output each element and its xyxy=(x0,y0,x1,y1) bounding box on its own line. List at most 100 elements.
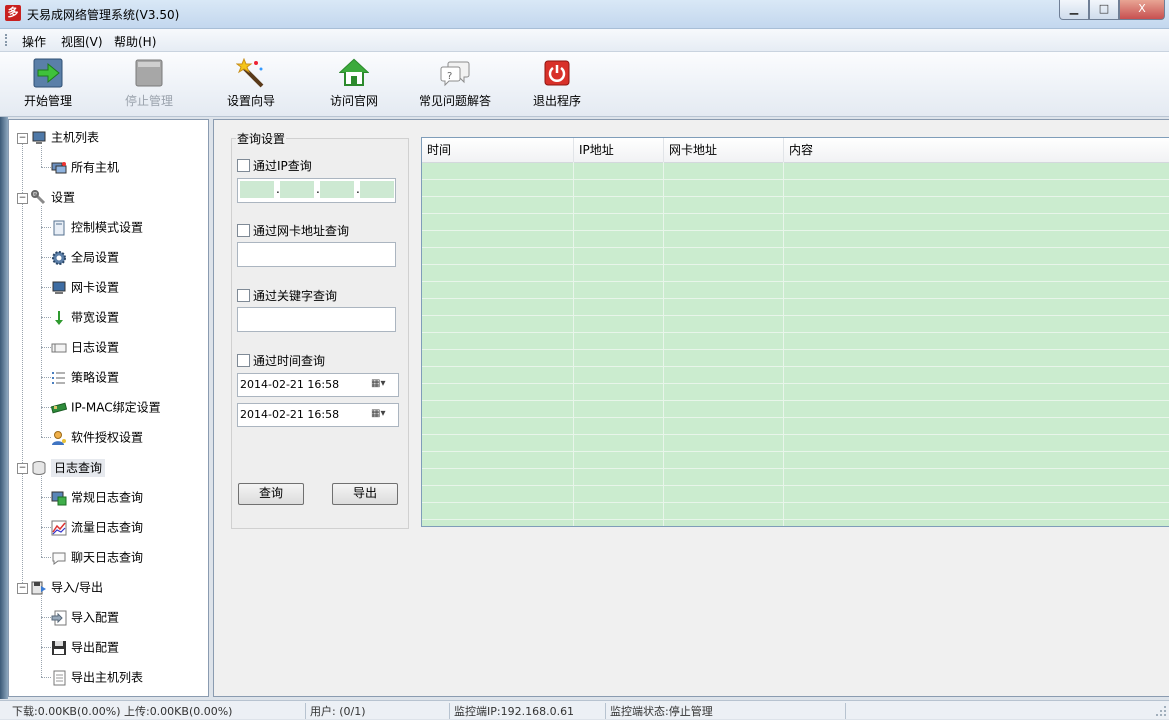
tree-label: 控制模式设置 xyxy=(71,220,144,235)
column-header-ip[interactable]: IP地址 xyxy=(574,138,664,162)
tree-node-host-list[interactable]: 主机列表 xyxy=(31,126,99,148)
tree-node-log-settings[interactable]: 日志设置 xyxy=(51,336,119,358)
tree-node-bandwidth-settings[interactable]: 带宽设置 xyxy=(51,306,119,328)
close-button[interactable]: X xyxy=(1119,0,1165,20)
tree-connector-line xyxy=(41,527,51,528)
column-header-time[interactable]: 时间 xyxy=(422,138,574,162)
visit-website-button[interactable]: 访问官网 xyxy=(309,58,399,109)
tree-connector-line xyxy=(22,143,23,593)
column-header-mac[interactable]: 网卡地址 xyxy=(664,138,784,162)
tree-expander[interactable]: − xyxy=(17,193,28,204)
export-button[interactable]: 导出 xyxy=(332,483,398,505)
tree-connector-line xyxy=(41,497,51,498)
tree-node-general-log-query[interactable]: 常规日志查询 xyxy=(51,486,143,508)
tree-node-import-export[interactable]: 导入/导出 xyxy=(31,576,103,598)
grid-row-line xyxy=(422,213,1169,214)
ip-octet-2[interactable] xyxy=(280,181,314,198)
tree-expander[interactable]: − xyxy=(17,583,28,594)
tree-node-export-config[interactable]: 导出配置 xyxy=(51,636,119,658)
stop-square-icon xyxy=(134,58,164,88)
navigation-tree[interactable]: − 主机列表 所有主机 − 设置 控制模式设置 全局设置 网卡设置 带宽设置 日… xyxy=(8,119,209,697)
checkbox-box[interactable] xyxy=(237,159,250,172)
grid-row-line xyxy=(422,468,1169,469)
mac-address-input[interactable] xyxy=(237,242,396,267)
tree-label: 导入配置 xyxy=(71,610,120,625)
calendar-dropdown-icon[interactable]: ▦▾ xyxy=(371,408,395,422)
ip-octet-3[interactable] xyxy=(320,181,354,198)
status-users: 用户: (0/1) xyxy=(306,703,450,719)
start-time-picker[interactable]: 2014-02-21 16:58 ▦▾ xyxy=(237,373,399,397)
panel-icon xyxy=(51,220,67,236)
toolbar: 开始管理 停止管理 设置向导 访问官网 ? 常见问题解答 退出程序 xyxy=(0,52,1169,117)
query-by-mac-label: 通过网卡地址查询 xyxy=(253,224,350,238)
minimize-button[interactable]: ▁ xyxy=(1059,0,1089,20)
main-content-panel: 查询设置 通过IP查询 . . . 通过网卡地址查询 通过关键字查询 通过时间查… xyxy=(213,119,1169,697)
tree-node-control-mode[interactable]: 控制模式设置 xyxy=(51,216,143,238)
setup-wizard-button[interactable]: 设置向导 xyxy=(206,57,296,109)
column-header-content[interactable]: 内容 xyxy=(784,138,1169,162)
tree-node-import-config[interactable]: 导入配置 xyxy=(51,606,119,628)
computer-icon xyxy=(31,130,47,146)
log-screen-icon xyxy=(51,490,67,506)
grid-row-line xyxy=(422,196,1169,197)
ip-address-input[interactable]: . . . xyxy=(237,178,396,203)
menu-operate[interactable]: 操作 xyxy=(22,33,46,50)
tree-label: 全局设置 xyxy=(71,250,120,265)
tree-node-license-settings[interactable]: 软件授权设置 xyxy=(51,426,143,448)
grid-header: 时间 IP地址 网卡地址 内容 xyxy=(422,138,1169,163)
tree-node-traffic-log-query[interactable]: 流量日志查询 xyxy=(51,516,143,538)
exit-program-button[interactable]: 退出程序 xyxy=(512,58,602,109)
home-icon xyxy=(338,58,370,88)
grid-row-line xyxy=(422,179,1169,180)
tree-node-chat-log-query[interactable]: 聊天日志查询 xyxy=(51,546,143,568)
menu-view[interactable]: 视图(V) xyxy=(61,33,103,50)
tree-node-log-query[interactable]: 日志查询 xyxy=(31,456,106,478)
stop-management-button[interactable]: 停止管理 xyxy=(104,58,194,109)
start-time-value: 2014-02-21 16:58 xyxy=(240,378,340,391)
log-results-grid[interactable]: 时间 IP地址 网卡地址 内容 xyxy=(421,137,1169,527)
query-by-ip-checkbox[interactable]: 通过IP查询 xyxy=(237,157,312,174)
hosts-icon xyxy=(51,160,67,176)
query-button[interactable]: 查询 xyxy=(238,483,304,505)
grid-row-line xyxy=(422,298,1169,299)
tree-node-nic-settings[interactable]: 网卡设置 xyxy=(51,276,119,298)
desktop-background-strip xyxy=(0,117,8,699)
tree-connector-line xyxy=(41,647,51,648)
end-time-picker[interactable]: 2014-02-21 16:58 ▦▾ xyxy=(237,403,399,427)
title-bar[interactable]: 多 天易成网络管理系统(V3.50) ▁ □ X xyxy=(0,0,1169,29)
query-by-time-checkbox[interactable]: 通过时间查询 xyxy=(237,352,325,369)
tree-node-settings[interactable]: 设置 xyxy=(31,186,75,208)
checkbox-box[interactable] xyxy=(237,224,250,237)
menu-help[interactable]: 帮助(H) xyxy=(114,33,156,50)
tree-expander[interactable]: − xyxy=(17,133,28,144)
window-controls: ▁ □ X xyxy=(1059,0,1165,20)
exit-program-label: 退出程序 xyxy=(532,94,581,108)
tree-node-global-settings[interactable]: 全局设置 xyxy=(51,246,119,268)
checkbox-box[interactable] xyxy=(237,354,250,367)
import-export-icon xyxy=(31,580,47,596)
start-management-button[interactable]: 开始管理 xyxy=(3,58,93,109)
tree-connector-line xyxy=(41,677,51,678)
ip-octet-4[interactable] xyxy=(360,181,394,198)
checkbox-box[interactable] xyxy=(237,289,250,302)
tree-node-ip-mac-binding[interactable]: IP-MAC绑定设置 xyxy=(50,396,161,418)
query-by-keyword-checkbox[interactable]: 通过关键字查询 xyxy=(237,287,337,304)
import-icon xyxy=(51,610,67,626)
keyword-input[interactable] xyxy=(237,307,396,332)
resize-grip-icon[interactable] xyxy=(1155,703,1167,717)
calendar-dropdown-icon[interactable]: ▦▾ xyxy=(371,378,395,392)
tree-node-policy-settings[interactable]: 策略设置 xyxy=(51,366,119,388)
grid-column-divider xyxy=(663,162,664,526)
grid-row-line xyxy=(422,315,1169,316)
gear-icon xyxy=(51,250,67,266)
visit-website-label: 访问官网 xyxy=(329,94,378,108)
query-by-mac-checkbox[interactable]: 通过网卡地址查询 xyxy=(237,222,349,239)
tree-connector-line xyxy=(41,257,51,258)
tree-node-all-hosts[interactable]: 所有主机 xyxy=(51,156,119,178)
tree-node-export-host-list[interactable]: 导出主机列表 xyxy=(51,666,143,688)
faq-button[interactable]: ? 常见问题解答 xyxy=(410,58,500,109)
tree-expander[interactable]: − xyxy=(17,463,28,474)
maximize-button[interactable]: □ xyxy=(1089,0,1119,20)
ip-octet-1[interactable] xyxy=(240,181,274,198)
tree-label: 聊天日志查询 xyxy=(71,550,144,565)
